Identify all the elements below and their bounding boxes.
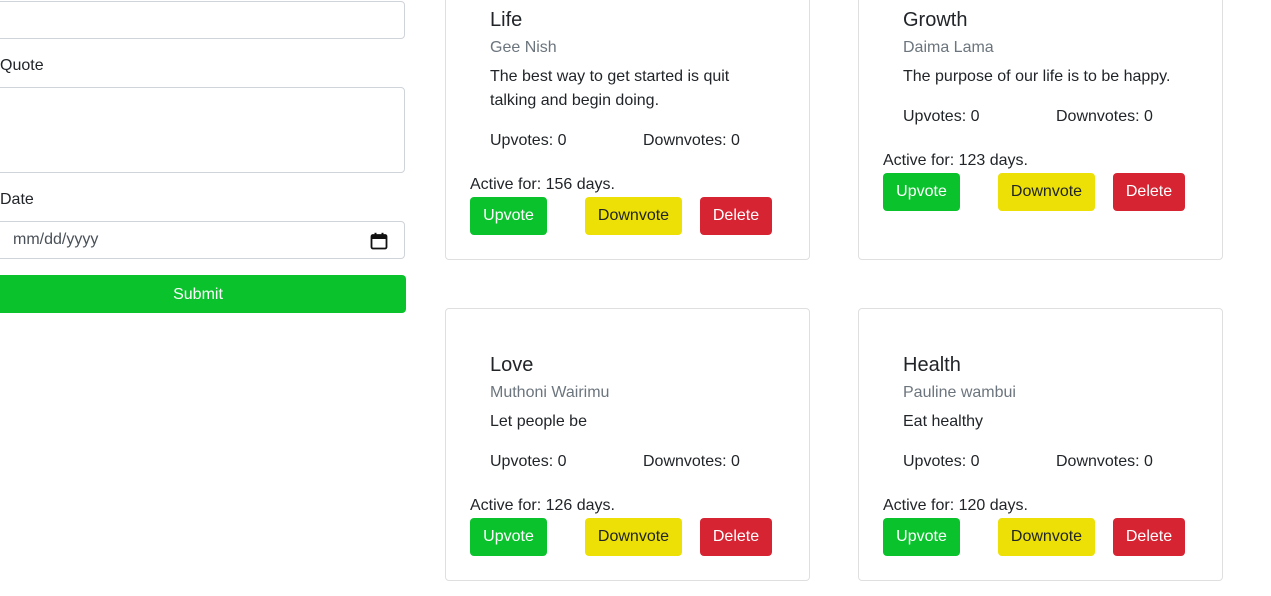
active-days: Active for: 120 days. <box>883 497 1028 514</box>
upvote-button[interactable]: Upvote <box>470 197 547 235</box>
upvote-button[interactable]: Upvote <box>883 173 960 211</box>
downvote-count: Downvotes: 0 <box>1056 108 1153 125</box>
card-author: Daima Lama <box>903 39 994 56</box>
downvote-count: Downvotes: 0 <box>643 453 740 470</box>
card-title: Health <box>903 354 961 376</box>
upvote-button[interactable]: Upvote <box>470 518 547 556</box>
upvote-count: Upvotes: 0 <box>903 453 980 470</box>
card-author: Muthoni Wairimu <box>490 384 610 401</box>
active-days: Active for: 123 days. <box>883 152 1028 169</box>
upvote-button[interactable]: Upvote <box>883 518 960 556</box>
delete-button[interactable]: Delete <box>1113 173 1185 211</box>
downvote-button[interactable]: Downvote <box>585 518 682 556</box>
quote-textarea[interactable] <box>0 87 405 173</box>
calendar-icon[interactable] <box>370 232 388 250</box>
upvote-count: Upvotes: 0 <box>903 108 980 125</box>
card-title: Life <box>490 9 523 31</box>
delete-button[interactable]: Delete <box>700 197 772 235</box>
quote-card: Life Gee Nish The best way to get starte… <box>445 0 810 260</box>
downvote-count: Downvotes: 0 <box>643 132 740 149</box>
active-days: Active for: 156 days. <box>470 176 615 193</box>
upvote-count: Upvotes: 0 <box>490 132 567 149</box>
downvote-button[interactable]: Downvote <box>998 173 1095 211</box>
delete-button[interactable]: Delete <box>1113 518 1185 556</box>
card-title: Growth <box>903 9 968 31</box>
card-author: Gee Nish <box>490 39 557 56</box>
downvote-count: Downvotes: 0 <box>1056 453 1153 470</box>
active-days: Active for: 126 days. <box>470 497 615 514</box>
date-placeholder: mm/dd/yyyy <box>13 231 99 248</box>
date-label: Date <box>0 191 34 208</box>
quote-card: Love Muthoni Wairimu Let people be Upvot… <box>445 308 810 581</box>
quote-card: Health Pauline wambui Eat healthy Upvote… <box>858 308 1223 581</box>
downvote-button[interactable]: Downvote <box>998 518 1095 556</box>
quote-card: Growth Daima Lama The purpose of our lif… <box>858 0 1223 260</box>
delete-button[interactable]: Delete <box>700 518 772 556</box>
top-text-field[interactable] <box>0 1 405 39</box>
card-title: Love <box>490 354 534 376</box>
card-author: Pauline wambui <box>903 384 1016 401</box>
upvote-count: Upvotes: 0 <box>490 453 567 470</box>
quote-label: Quote <box>0 57 44 74</box>
card-quote: The purpose of our life is to be happy. <box>903 68 1171 85</box>
submit-button[interactable]: Submit <box>0 275 406 313</box>
date-input[interactable]: mm/dd/yyyy <box>0 221 405 259</box>
card-quote: The best way to get started is quit talk… <box>490 68 730 109</box>
downvote-button[interactable]: Downvote <box>585 197 682 235</box>
card-quote: Let people be <box>490 413 587 430</box>
card-quote: Eat healthy <box>903 413 984 430</box>
